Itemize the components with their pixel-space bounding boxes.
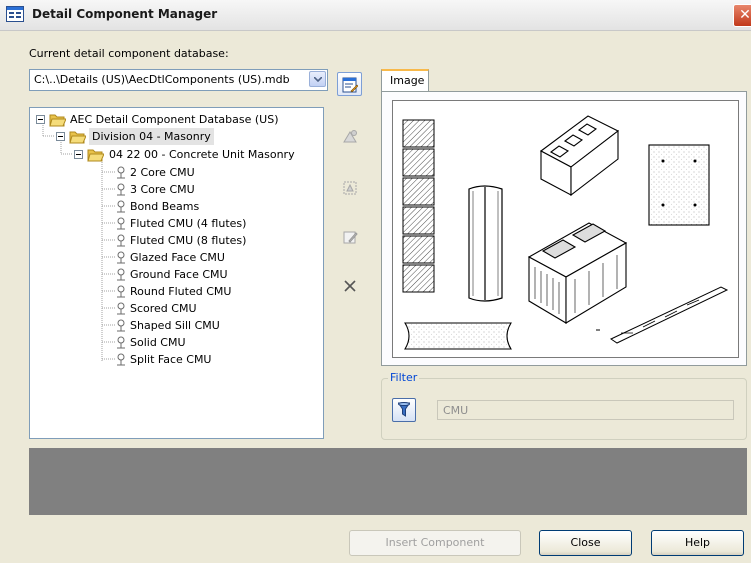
component-icon (117, 336, 125, 349)
tree-item[interactable]: Glazed Face CMU (116, 249, 306, 266)
edit-component-button[interactable] (337, 224, 362, 248)
tree-item-label: 3 Core CMU (130, 183, 195, 196)
chevron-down-icon (314, 77, 322, 82)
detail-component-manager-window: Detail Component Manager ✕ Current detai… (0, 0, 751, 563)
component-icon (117, 302, 125, 315)
database-dropdown-button[interactable] (309, 71, 326, 87)
database-label: Current detail component database: (29, 47, 229, 60)
database-select[interactable]: C:\..\Details (US)\AecDtlComponents (US)… (29, 69, 328, 91)
help-button[interactable]: Help (651, 530, 744, 556)
tree-item-label: Split Face CMU (130, 353, 212, 366)
description-panel (29, 448, 747, 515)
tree-item[interactable]: 3 Core CMU (116, 181, 306, 198)
close-button[interactable]: Close (539, 530, 632, 556)
cmu-illustration (402, 115, 729, 350)
tree-item-label: Round Fluted CMU (130, 285, 232, 298)
tree-item-label: Fluted CMU (4 flutes) (130, 217, 247, 230)
tree-item-label: Glazed Face CMU (130, 251, 225, 264)
tree-division-label: Division 04 - Masonry (89, 128, 214, 145)
component-icon (117, 285, 125, 298)
collapse-icon (36, 115, 45, 124)
new-component-button[interactable] (337, 124, 362, 148)
edit-database-icon (342, 77, 358, 93)
collapse-icon (74, 150, 83, 159)
copy-component-button[interactable] (337, 175, 362, 199)
folder-open-icon (49, 114, 66, 127)
tree-item-label: Ground Face CMU (130, 268, 228, 281)
filter-legend: Filter (388, 371, 420, 384)
tree-item-label: Solid CMU (130, 336, 186, 349)
tree-item[interactable]: Shaped Sill CMU (116, 317, 306, 334)
tree-item[interactable]: Ground Face CMU (116, 266, 306, 283)
edit-database-button[interactable] (337, 72, 362, 96)
tree-item-label: 2 Core CMU (130, 166, 195, 179)
component-icon (117, 217, 125, 230)
tree-section-label: 04 22 00 - Concrete Unit Masonry (109, 148, 295, 161)
tab-image[interactable]: Image (381, 69, 429, 92)
component-icon (117, 319, 125, 332)
tree-item[interactable]: Fluted CMU (4 flutes) (116, 215, 306, 232)
tree-item-label: Shaped Sill CMU (130, 319, 220, 332)
delete-component-button[interactable] (337, 273, 362, 297)
tree-node-section[interactable]: 04 22 00 - Concrete Unit Masonry (74, 146, 319, 163)
tree-item-label: Fluted CMU (8 flutes) (130, 234, 247, 247)
close-window-button[interactable]: ✕ (733, 4, 751, 27)
tree-root-label: AEC Detail Component Database (US) (70, 113, 279, 126)
tree-item[interactable]: Scored CMU (116, 300, 306, 317)
component-icon (117, 166, 125, 179)
tab-image-label: Image (390, 74, 425, 87)
insert-component-button[interactable]: Insert Component (349, 530, 521, 556)
new-component-icon (343, 130, 357, 143)
database-select-value: C:\..\Details (US)\AecDtlComponents (US)… (34, 73, 290, 86)
copy-component-icon (343, 181, 357, 195)
tree-item-label: Scored CMU (130, 302, 197, 315)
tree-item[interactable]: Solid CMU (116, 334, 306, 351)
tree-item[interactable]: Round Fluted CMU (116, 283, 306, 300)
edit-component-icon (343, 231, 358, 244)
component-icon (117, 251, 125, 264)
filter-funnel-icon (398, 402, 410, 417)
app-icon (6, 6, 24, 22)
tree-node-division[interactable]: Division 04 - Masonry (56, 128, 316, 145)
collapse-icon (56, 132, 65, 141)
component-icon (117, 234, 125, 247)
tree-item[interactable]: Fluted CMU (8 flutes) (116, 232, 306, 249)
component-icon (117, 353, 125, 366)
tree-item-label: Bond Beams (130, 200, 200, 213)
tree-item[interactable]: 2 Core CMU (116, 164, 306, 181)
close-icon: ✕ (739, 7, 751, 23)
folder-open-icon (69, 131, 86, 144)
tree-node-root[interactable]: AEC Detail Component Database (US) (36, 111, 316, 128)
component-icon (117, 200, 125, 213)
filter-toggle-button[interactable] (392, 398, 416, 422)
filter-input-value: CMU (443, 404, 469, 417)
filter-input[interactable]: CMU (437, 400, 734, 420)
window-title: Detail Component Manager (32, 7, 218, 21)
folder-open-icon (87, 149, 104, 162)
component-tree[interactable]: AEC Detail Component Database (US) Divis… (29, 107, 324, 439)
delete-icon (344, 280, 356, 292)
component-icon (117, 268, 125, 281)
tree-item[interactable]: Split Face CMU (116, 351, 306, 368)
tree-item[interactable]: Bond Beams (116, 198, 306, 215)
component-preview-image (392, 100, 739, 358)
title-bar[interactable]: Detail Component Manager ✕ (0, 0, 751, 31)
component-icon (117, 183, 125, 196)
